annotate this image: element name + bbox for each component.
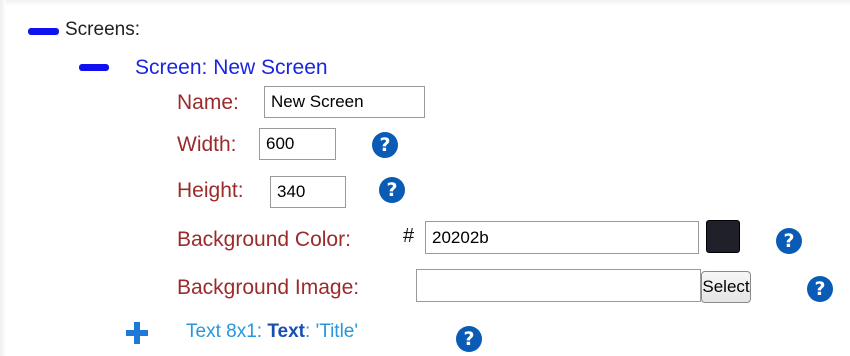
window-left-edge — [0, 0, 6, 356]
window-top-edge — [0, 0, 850, 6]
text-node-separator: : — [305, 321, 311, 342]
name-input[interactable] — [264, 86, 425, 118]
text-node-label[interactable]: Text 8x1: Text: 'Title' — [186, 321, 358, 343]
background-color-swatch[interactable] — [706, 220, 740, 253]
collapse-screen-minus-icon[interactable] — [79, 64, 109, 71]
hex-hash-prefix: # — [403, 225, 415, 247]
background-color-label: Background Color: — [177, 228, 351, 251]
text-node-prefix: Text 8x1: — [186, 321, 263, 342]
expand-text-plus-icon[interactable] — [126, 322, 148, 344]
width-help-question-icon[interactable]: ? — [372, 132, 398, 158]
text-help-question-icon[interactable]: ? — [456, 326, 482, 352]
background-image-help-question-icon[interactable]: ? — [807, 276, 833, 302]
collapse-screens-minus-icon[interactable] — [28, 28, 59, 35]
height-help-question-icon[interactable]: ? — [379, 177, 405, 203]
background-image-label: Background Image: — [177, 276, 360, 299]
height-label: Height: — [177, 179, 244, 202]
name-label: Name: — [177, 91, 239, 114]
width-label: Width: — [177, 133, 237, 156]
background-color-help-question-icon[interactable]: ? — [776, 228, 802, 254]
background-image-input[interactable] — [416, 269, 701, 302]
text-node-value: 'Title' — [315, 321, 359, 342]
width-input[interactable] — [259, 128, 336, 160]
background-color-input[interactable] — [425, 221, 699, 254]
height-input[interactable] — [270, 176, 346, 208]
select-image-button[interactable]: Select — [701, 271, 751, 303]
screen-node-label[interactable]: Screen: New Screen — [135, 56, 328, 80]
screens-root-label: Screens: — [65, 19, 140, 40]
text-node-type: Text — [267, 321, 305, 342]
